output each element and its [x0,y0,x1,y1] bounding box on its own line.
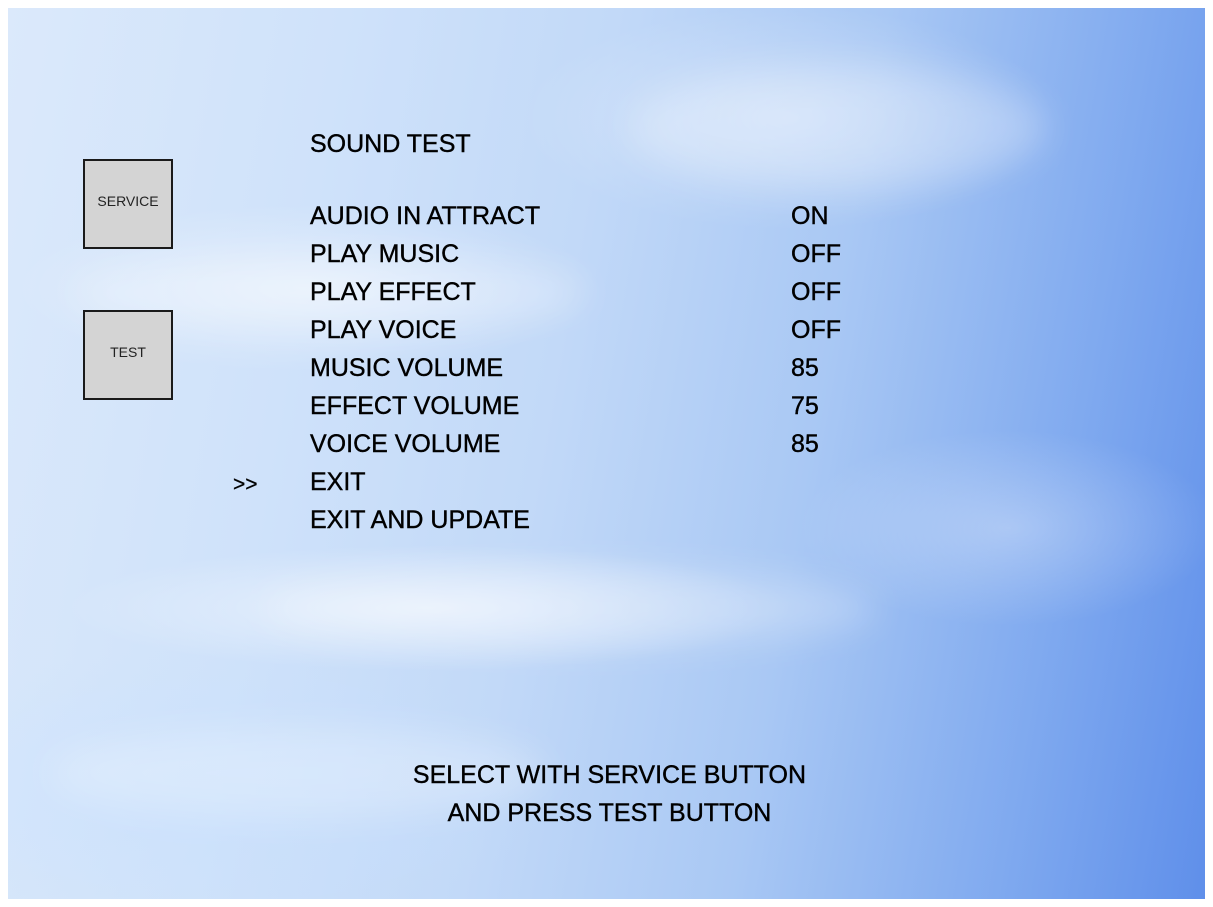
instructions-line-1: SELECT WITH SERVICE BUTTON [412,761,807,789]
menu-item-value: OFF [791,278,841,306]
menu-item-label: PLAY MUSIC [310,240,460,268]
menu-item-label: AUDIO IN ATTRACT [310,202,541,230]
menu-item-label: VOICE VOLUME [310,430,501,458]
test-button[interactable]: TEST [83,310,173,400]
menu-item-value: ON [791,202,829,230]
menu-item-value: 75 [791,392,819,420]
menu-item-value: OFF [791,316,841,344]
menu-item-value: 85 [791,354,819,382]
background-swirl [628,68,1048,188]
menu-item-label: MUSIC VOLUME [310,354,504,382]
menu-item-label: EFFECT VOLUME [310,392,520,420]
sound-test-menu: AUDIO IN ATTRACT ON PLAY MUSIC OFF PLAY … [310,202,910,544]
page-title: SOUND TEST [310,130,471,158]
instructions: SELECT WITH SERVICE BUTTON AND PRESS TES… [8,756,1205,832]
menu-item-music-volume[interactable]: MUSIC VOLUME 85 [310,354,910,392]
menu-item-exit-and-update[interactable]: EXIT AND UPDATE [310,506,910,544]
sound-test-screen: SERVICE TEST SOUND TEST >> AUDIO IN ATTR… [8,8,1205,899]
selection-cursor: >> [233,473,258,496]
menu-item-value: 85 [791,430,819,458]
menu-item-play-effect[interactable]: PLAY EFFECT OFF [310,278,910,316]
menu-item-voice-volume[interactable]: VOICE VOLUME 85 [310,430,910,468]
menu-item-label: EXIT AND UPDATE [310,506,530,534]
menu-item-exit[interactable]: EXIT [310,468,910,506]
menu-item-effect-volume[interactable]: EFFECT VOLUME 75 [310,392,910,430]
service-button[interactable]: SERVICE [83,159,173,249]
menu-item-value: OFF [791,240,841,268]
background-swirl [258,568,878,648]
menu-item-play-music[interactable]: PLAY MUSIC OFF [310,240,910,278]
menu-item-label: EXIT [310,468,366,496]
menu-item-audio-in-attract[interactable]: AUDIO IN ATTRACT ON [310,202,910,240]
test-button-label: TEST [110,344,146,360]
menu-item-label: PLAY EFFECT [310,278,476,306]
instructions-line-2: AND PRESS TEST BUTTON [447,799,772,827]
menu-item-label: PLAY VOICE [310,316,457,344]
menu-item-play-voice[interactable]: PLAY VOICE OFF [310,316,910,354]
service-button-label: SERVICE [97,193,159,209]
